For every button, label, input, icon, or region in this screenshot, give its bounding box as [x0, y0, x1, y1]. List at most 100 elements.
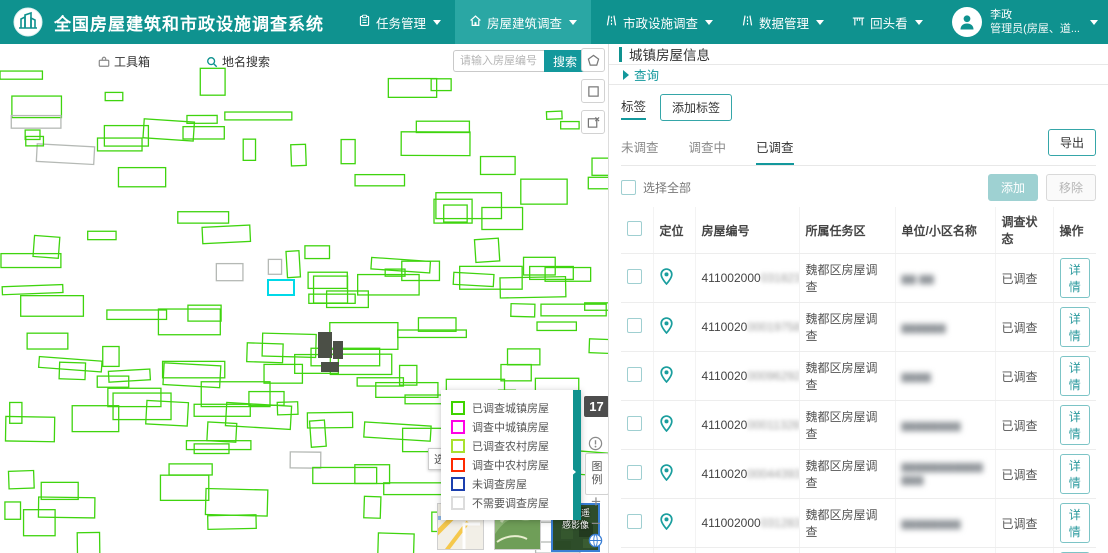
nav-item-数据管理[interactable]: 数据管理 [727, 0, 838, 44]
map-search-button[interactable]: 搜索 [544, 50, 586, 72]
locate-pin-icon[interactable] [660, 323, 673, 337]
task-area: 魏都区房屋调查 [799, 401, 895, 450]
column-header: 单位/小区名称 [895, 207, 995, 254]
info-icon[interactable] [588, 436, 603, 454]
house-id-search-input[interactable] [453, 50, 544, 72]
place-search-button[interactable]: 地名搜索 [206, 53, 270, 70]
table-row: 411002000031283魏都区房屋调查▇▇▇▇▇▇▇▇已调查详情 [621, 499, 1096, 548]
user-name: 李政 [990, 8, 1080, 22]
detail-button[interactable]: 详情 [1060, 307, 1091, 347]
globe-icon[interactable] [588, 533, 603, 551]
query-toggle[interactable]: 查询 [609, 65, 1108, 85]
user-meta: 李政 管理员(房屋、道... [990, 8, 1080, 37]
detail-button[interactable]: 详情 [1060, 405, 1091, 445]
house-id: 4110020 [702, 320, 748, 334]
records-table: 定位房屋编号所属任务区单位/小区名称调查状态操作 411002000031823… [621, 207, 1096, 553]
select-all-checkbox[interactable] [621, 180, 636, 195]
house-id-blurred: 00096292 [747, 369, 799, 383]
row-checkbox[interactable] [627, 465, 642, 480]
export-button[interactable]: 导出 [1048, 129, 1096, 156]
toolbox-button[interactable]: 工具箱 [98, 53, 150, 70]
zoom-out-button[interactable]: − [586, 514, 606, 534]
panel-title: 城镇房屋信息 [629, 44, 710, 64]
user-chip[interactable]: 李政 管理员(房屋、道... [952, 7, 1098, 37]
legend-label: 调查中城镇房屋 [472, 419, 549, 435]
nav-item-任务管理[interactable]: 任务管理 [344, 0, 455, 44]
locate-pin-icon[interactable] [660, 519, 673, 533]
draw-rectangle-tool[interactable] [581, 79, 605, 103]
map-viewport[interactable]: 工具箱 地名搜索 筛选 搜索 [0, 44, 609, 553]
nav-item-市政设施调查[interactable]: 市政设施调查 [591, 0, 727, 44]
locate-pin-icon[interactable] [660, 470, 673, 484]
app-logo-icon [12, 6, 44, 38]
zoom-in-button[interactable]: + [586, 492, 606, 512]
survey-status: 已调查 [995, 499, 1053, 548]
unit-name-redacted: ▇▇▇▇▇▇▇▇▇▇▇▇▇▇ [902, 461, 989, 486]
house-id-blurred: 031823 [761, 271, 799, 285]
select-all-label: 选择全部 [643, 179, 691, 196]
detail-button[interactable]: 详情 [1060, 356, 1091, 396]
tag-tab[interactable]: 标签 [621, 96, 646, 120]
toolbox-icon [98, 56, 110, 68]
nav-item-label: 市政设施调查 [623, 13, 698, 32]
chevron-down-icon [433, 20, 441, 25]
column-header: 房屋编号 [695, 207, 799, 254]
bridge-icon [852, 14, 865, 30]
legend-button-label: 图 [592, 461, 603, 474]
clear-selection-tool[interactable] [581, 110, 605, 134]
header-checkbox[interactable] [627, 221, 642, 236]
add-tag-button[interactable]: 添加标签 [660, 94, 732, 121]
locate-pin-icon[interactable] [660, 274, 673, 288]
detail-button[interactable]: 详情 [1060, 454, 1091, 494]
road-icon [605, 14, 618, 30]
app-title: 全国房屋建筑和市政设施调查系统 [54, 10, 324, 35]
house-id: 411002000 [702, 271, 761, 285]
avatar [952, 7, 982, 37]
house-id-blurred: 031283 [761, 516, 799, 530]
remove-button[interactable]: 移除 [1046, 174, 1096, 201]
legend-toggle-button[interactable]: 图 例 [585, 453, 609, 495]
row-checkbox[interactable] [627, 269, 642, 284]
row-checkbox[interactable] [627, 514, 642, 529]
nav-item-房屋建筑调查[interactable]: 房屋建筑调查 [455, 0, 591, 44]
road-icon [741, 14, 754, 30]
task-area: 魏都区房屋调查 [799, 548, 895, 553]
add-button[interactable]: 添加 [988, 174, 1038, 201]
query-label: 查询 [634, 65, 659, 84]
legend-popup: 已调查城镇房屋调查中城镇房屋已调查农村房屋调查中农村房屋未调查房屋不需要调查房屋 [441, 390, 581, 520]
tab-调查中[interactable]: 调查中 [689, 131, 727, 165]
survey-status: 已调查 [995, 254, 1053, 303]
column-header: 所属任务区 [799, 207, 895, 254]
nav-item-回头看[interactable]: 回头看 [838, 0, 937, 44]
legend-swatch [451, 420, 465, 434]
tab-未调查[interactable]: 未调查 [621, 131, 659, 165]
row-checkbox[interactable] [627, 416, 642, 431]
draw-polygon-tool[interactable] [581, 48, 605, 72]
survey-status: 已调查 [995, 450, 1053, 499]
house-id: 411002000 [702, 516, 761, 530]
legend-label: 不需要调查房屋 [472, 495, 549, 511]
legend-label: 已调查农村房屋 [472, 438, 549, 454]
chevron-down-icon [1090, 20, 1098, 25]
unit-name-redacted: ▇▇▇▇▇▇▇▇ [902, 518, 961, 531]
locate-pin-icon[interactable] [660, 372, 673, 386]
row-checkbox[interactable] [627, 318, 642, 333]
table-row: 411002000031823魏都区房屋调查▇▇ ▇▇已调查详情 [621, 254, 1096, 303]
status-tabs: 未调查调查中已调查 导出 [621, 131, 1096, 166]
chevron-down-icon [816, 20, 824, 25]
chevron-down-icon [915, 20, 923, 25]
house-id: 4110020 [702, 418, 748, 432]
search-icon [206, 56, 218, 68]
detail-button[interactable]: 详情 [1060, 503, 1091, 543]
tab-已调查[interactable]: 已调查 [756, 131, 794, 165]
locate-pin-icon[interactable] [660, 421, 673, 435]
legend-swatch [451, 401, 465, 415]
legend-swatch [451, 439, 465, 453]
row-checkbox[interactable] [627, 367, 642, 382]
detail-button[interactable]: 详情 [1060, 258, 1091, 298]
legend-item: 不需要调查房屋 [451, 493, 573, 512]
table-row: 411002000096292魏都区房屋调查▇▇▇▇已调查详情 [621, 352, 1096, 401]
unit-name-redacted: ▇▇ ▇▇ [902, 273, 935, 286]
house-id: 4110020 [702, 467, 748, 481]
column-header: 操作 [1053, 207, 1096, 254]
